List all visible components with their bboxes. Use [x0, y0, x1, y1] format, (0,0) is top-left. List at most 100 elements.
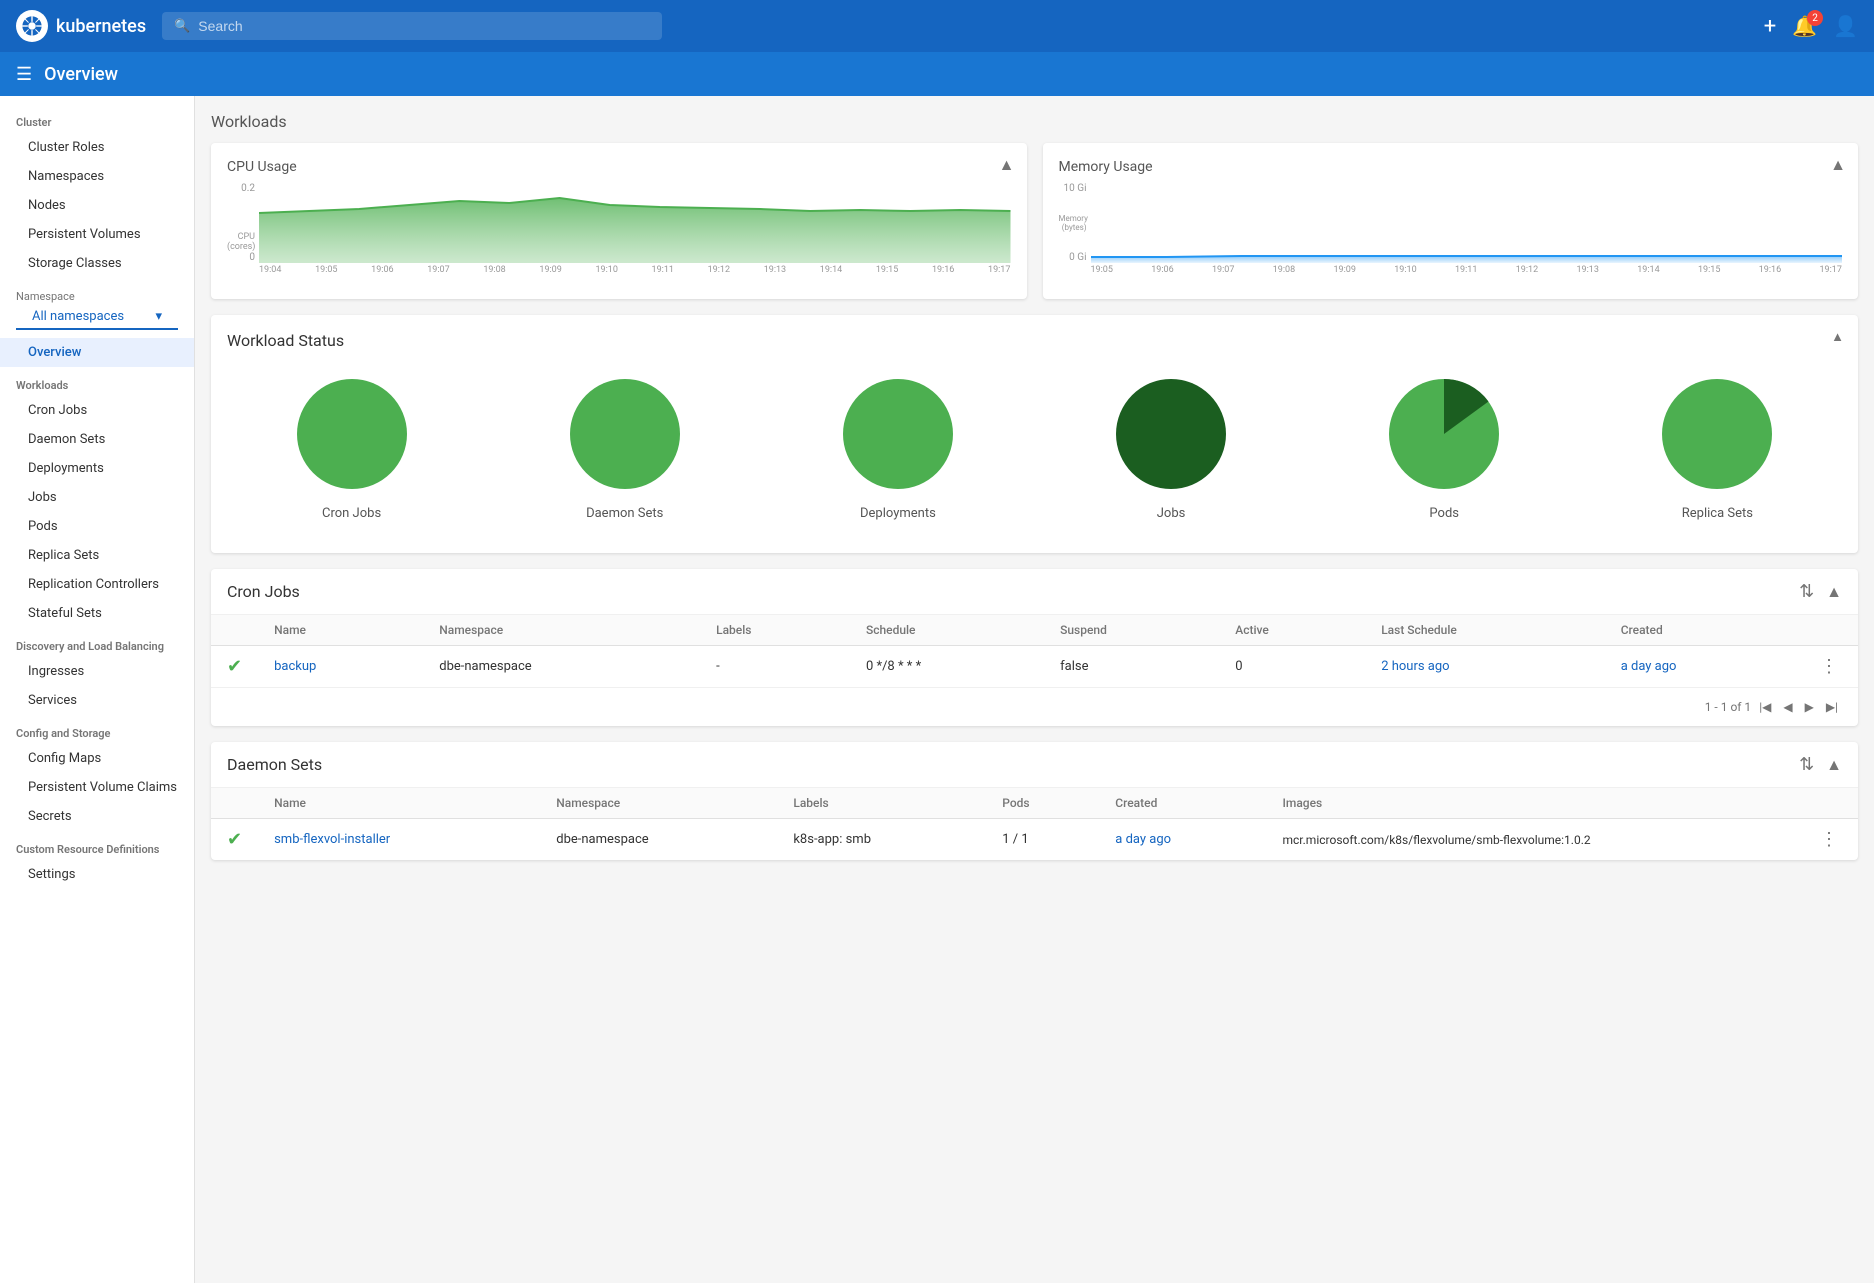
- search-input[interactable]: [198, 18, 650, 34]
- memory-y-bottom: 0 Gi: [1059, 252, 1087, 263]
- sidebar-item-nodes[interactable]: Nodes: [0, 191, 194, 220]
- smb-link[interactable]: smb-flexvol-installer: [274, 832, 390, 847]
- pie-item-daemon-sets: Daemon Sets: [565, 374, 685, 521]
- sidebar-item-daemon-sets[interactable]: Daemon Sets: [0, 425, 194, 454]
- cron-jobs-header-row: Name Namespace Labels Schedule Suspend A…: [211, 615, 1858, 646]
- sidebar-item-config-maps[interactable]: Config Maps: [0, 744, 194, 773]
- filter-icon[interactable]: ⇅: [1799, 581, 1814, 602]
- memory-chart-area: 10 Gi Memory (bytes) 0 Gi: [1059, 183, 1843, 283]
- cpu-y-labels: 0.2 CPU (cores) 0: [227, 183, 255, 263]
- next-page-button[interactable]: ▶: [1801, 696, 1818, 718]
- sidebar: Cluster Cluster Roles Namespaces Nodes P…: [0, 96, 195, 1283]
- replica-sets-label: Replica Sets: [1682, 506, 1753, 521]
- ds-status-ok-icon: ✔: [227, 829, 242, 850]
- workload-status-collapse[interactable]: ▲: [1831, 329, 1844, 345]
- memory-chart-collapse[interactable]: ▲: [1830, 155, 1846, 175]
- sidebar-item-persistent-volumes[interactable]: Persistent Volumes: [0, 220, 194, 249]
- ds-row-more-button[interactable]: ⋮: [1816, 829, 1842, 850]
- col-active: Active: [1219, 615, 1365, 646]
- sidebar-item-replication-controllers[interactable]: Replication Controllers: [0, 570, 194, 599]
- cpu-chart-collapse[interactable]: ▲: [999, 155, 1015, 175]
- created-link[interactable]: a day ago: [1621, 659, 1677, 674]
- sub-navigation: ☰ Overview: [0, 52, 1874, 96]
- sidebar-item-replica-sets[interactable]: Replica Sets: [0, 541, 194, 570]
- page-title: Overview: [44, 64, 118, 85]
- hamburger-menu[interactable]: ☰: [16, 64, 32, 85]
- ds-col-pods: Pods: [986, 788, 1099, 819]
- first-page-button[interactable]: |◀: [1755, 696, 1775, 718]
- col-schedule: Schedule: [850, 615, 1044, 646]
- col-suspend: Suspend: [1044, 615, 1219, 646]
- sidebar-item-jobs[interactable]: Jobs: [0, 483, 194, 512]
- pods-label: Pods: [1429, 506, 1459, 521]
- memory-chart-svg: [1091, 183, 1843, 263]
- add-button[interactable]: +: [1764, 14, 1776, 39]
- sidebar-item-secrets[interactable]: Secrets: [0, 802, 194, 831]
- memory-y-labels: 10 Gi Memory (bytes) 0 Gi: [1059, 183, 1087, 263]
- sidebar-item-stateful-sets[interactable]: Stateful Sets: [0, 599, 194, 628]
- name-cell: backup: [258, 646, 423, 688]
- ds-name-cell: smb-flexvol-installer: [258, 819, 540, 861]
- last-schedule-cell: 2 hours ago: [1365, 646, 1605, 688]
- user-avatar[interactable]: 👤: [1833, 14, 1858, 38]
- daemon-filter-icon[interactable]: ⇅: [1799, 754, 1814, 775]
- cpu-chart-svg: [259, 183, 1011, 263]
- sidebar-item-cron-jobs[interactable]: Cron Jobs: [0, 396, 194, 425]
- logo-area: kubernetes: [16, 10, 146, 42]
- pie-row: Cron Jobs Daemon Sets Deployments: [227, 366, 1842, 537]
- pagination-info: 1 - 1 of 1: [1705, 700, 1751, 714]
- jobs-label: Jobs: [1157, 506, 1186, 521]
- pods-pie: [1384, 374, 1504, 494]
- last-page-button[interactable]: ▶|: [1822, 696, 1842, 718]
- pie-item-deployments: Deployments: [838, 374, 958, 521]
- sidebar-item-settings[interactable]: Settings: [0, 860, 194, 889]
- daemon-sets-label: Daemon Sets: [586, 506, 663, 521]
- daemon-sets-pie: [565, 374, 685, 494]
- sidebar-item-ingresses[interactable]: Ingresses: [0, 657, 194, 686]
- cron-jobs-pagination: 1 - 1 of 1 |◀ ◀ ▶ ▶|: [211, 687, 1858, 726]
- cpu-chart-svg-wrap: [259, 183, 1011, 263]
- cpu-chart-title: CPU Usage: [227, 159, 1011, 175]
- prev-page-button[interactable]: ◀: [1779, 696, 1796, 718]
- memory-chart-svg-wrap: [1091, 183, 1843, 263]
- notification-button[interactable]: 🔔 2: [1792, 14, 1817, 38]
- namespace-value: All namespaces: [32, 309, 124, 324]
- deployments-pie: [838, 374, 958, 494]
- sidebar-item-deployments[interactable]: Deployments: [0, 454, 194, 483]
- search-bar[interactable]: 🔍: [162, 12, 662, 40]
- pie-item-replica-sets: Replica Sets: [1657, 374, 1777, 521]
- namespace-select[interactable]: All namespaces ▾: [16, 305, 178, 330]
- workload-status-title: Workload Status: [227, 331, 1842, 350]
- last-schedule-link[interactable]: 2 hours ago: [1381, 659, 1449, 674]
- daemon-sets-title: Daemon Sets: [227, 755, 322, 774]
- sidebar-item-cluster-roles[interactable]: Cluster Roles: [0, 133, 194, 162]
- sidebar-item-pods[interactable]: Pods: [0, 512, 194, 541]
- created-cell: a day ago: [1605, 646, 1800, 688]
- pie-item-pods: Pods: [1384, 374, 1504, 521]
- config-section-header: Config and Storage: [0, 715, 194, 744]
- daemon-set-row-smb: ✔ smb-flexvol-installer dbe-namespace k8…: [211, 819, 1858, 861]
- daemon-sets-header-row: Name Namespace Labels Pods Created Image…: [211, 788, 1858, 819]
- ds-created-link[interactable]: a day ago: [1115, 832, 1171, 847]
- backup-link[interactable]: backup: [274, 659, 316, 674]
- daemon-sets-collapse[interactable]: ▲: [1826, 755, 1842, 775]
- cron-jobs-header: Cron Jobs ⇅ ▲: [211, 569, 1858, 615]
- daemon-sets-actions: ⇅ ▲: [1799, 754, 1842, 775]
- ds-col-actions: [1800, 788, 1858, 819]
- memory-chart-title: Memory Usage: [1059, 159, 1843, 175]
- sidebar-item-namespaces[interactable]: Namespaces: [0, 162, 194, 191]
- sidebar-item-services[interactable]: Services: [0, 686, 194, 715]
- cron-jobs-collapse[interactable]: ▲: [1826, 582, 1842, 602]
- cluster-section-header: Cluster: [0, 104, 194, 133]
- sidebar-item-persistent-volume-claims[interactable]: Persistent Volume Claims: [0, 773, 194, 802]
- workloads-title: Workloads: [211, 112, 1858, 131]
- main-content: Workloads CPU Usage ▲ 0.2 CPU (cores) 0: [195, 96, 1874, 1283]
- row-more-button[interactable]: ⋮: [1816, 656, 1842, 677]
- sidebar-item-overview[interactable]: Overview: [0, 338, 194, 367]
- ds-created-cell: a day ago: [1099, 819, 1266, 861]
- cpu-chart-card: CPU Usage ▲ 0.2 CPU (cores) 0: [211, 143, 1027, 299]
- memory-chart-card: Memory Usage ▲ 10 Gi Memory (bytes) 0 Gi: [1043, 143, 1859, 299]
- deployments-label: Deployments: [860, 506, 936, 521]
- cron-job-row-backup: ✔ backup dbe-namespace - 0 */8 * * * fal…: [211, 646, 1858, 688]
- sidebar-item-storage-classes[interactable]: Storage Classes: [0, 249, 194, 278]
